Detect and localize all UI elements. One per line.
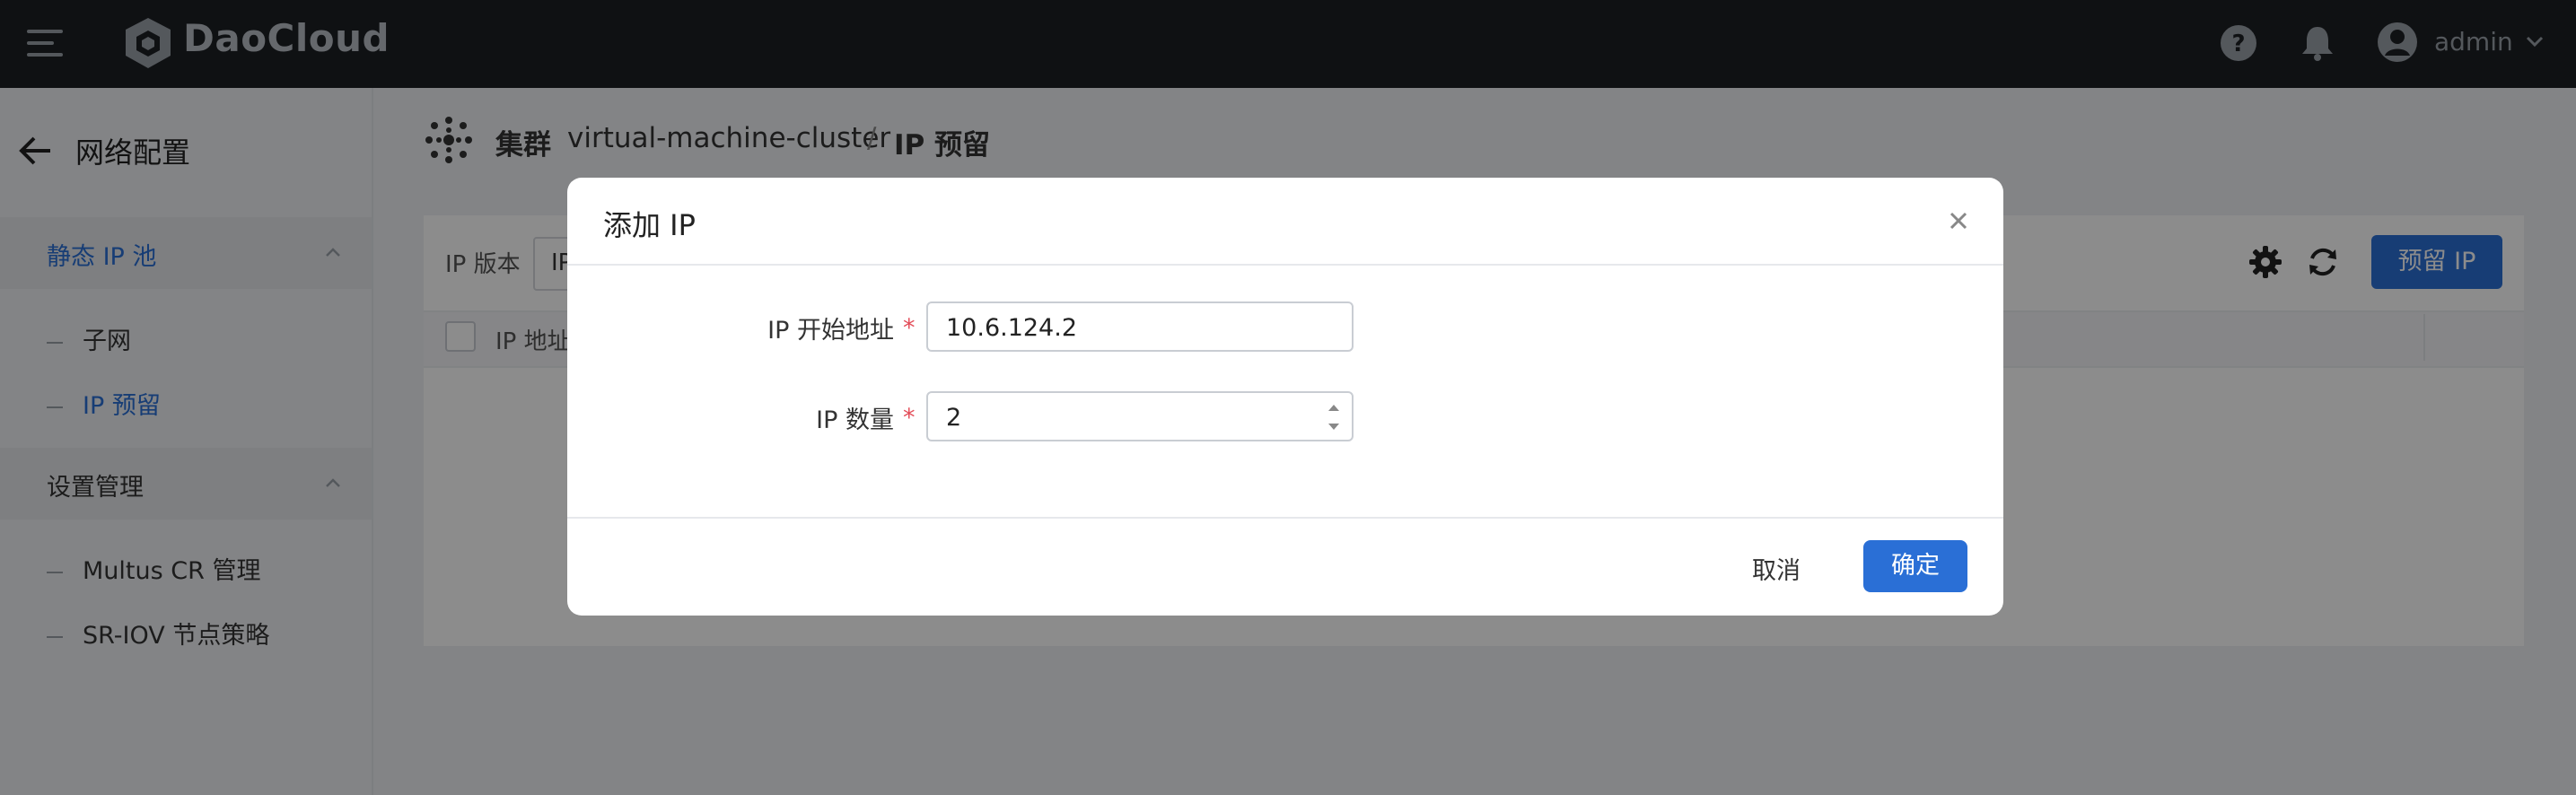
ip-start-value: 10.6.124.2 [946, 314, 1077, 342]
stepper-arrows-icon[interactable] [1321, 397, 1346, 438]
confirm-button[interactable]: 确定 [1863, 540, 1967, 592]
divider [567, 264, 2003, 266]
ip-count-value: 2 [946, 404, 962, 432]
required-mark: * [903, 314, 916, 342]
ip-start-input[interactable]: 10.6.124.2 [926, 301, 1354, 352]
close-icon[interactable] [1946, 208, 1971, 233]
divider [567, 517, 2003, 519]
ip-count-label: IP 数量 [816, 406, 894, 434]
ip-count-stepper[interactable]: 2 [926, 391, 1354, 441]
dialog-title: 添加 IP [603, 208, 696, 242]
add-ip-dialog: 添加 IP IP 开始地址 * 10.6.124.2 IP 数量 * 2 取消 … [567, 178, 2003, 616]
cancel-button[interactable]: 取消 [1752, 551, 1801, 586]
ip-start-label: IP 开始地址 [767, 317, 894, 345]
required-mark: * [903, 404, 916, 432]
